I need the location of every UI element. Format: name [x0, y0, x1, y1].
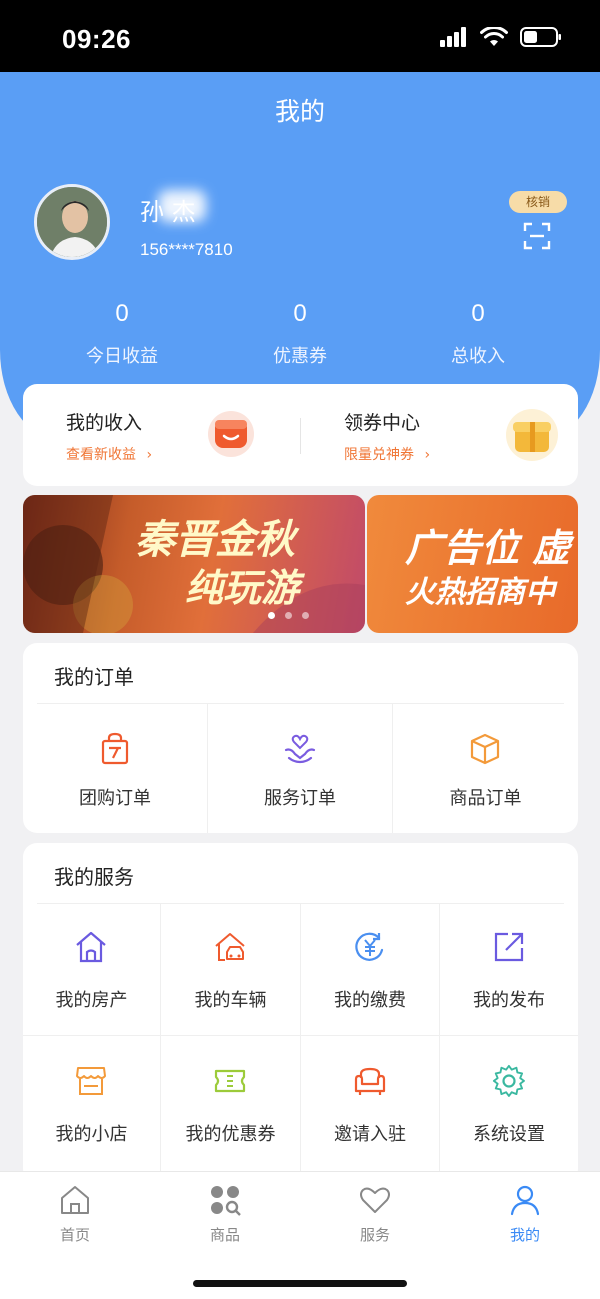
- coupon-icon: [214, 1069, 246, 1093]
- stat-label: 今日收益: [86, 346, 158, 367]
- income-card: 我的收入 查看新收益 › 领券中心 限量兑神券 ›: [23, 384, 578, 486]
- order-service[interactable]: 服务订单: [208, 704, 392, 833]
- service-label: 我的缴费: [334, 990, 406, 1011]
- my-income-link-text: 查看新收益: [66, 447, 136, 463]
- stat-value: 0: [471, 300, 485, 327]
- service-label: 我的发布: [473, 990, 545, 1011]
- stat-label: 总收入: [451, 346, 505, 367]
- my-income-entry[interactable]: 我的收入 查看新收益 ›: [23, 384, 300, 486]
- my-income-link: 查看新收益 ›: [66, 444, 152, 464]
- tab-label: 首页: [59, 1226, 90, 1244]
- house-icon: [76, 931, 106, 963]
- stat-total-income[interactable]: 0 总收入: [398, 300, 558, 368]
- cellular-signal-icon: [440, 27, 466, 47]
- coupon-center-link-text: 限量兑神券: [344, 447, 414, 463]
- car-garage-icon: [215, 933, 245, 961]
- service-my-vehicle[interactable]: 我的车辆: [161, 904, 300, 1035]
- order-label: 服务订单: [264, 788, 336, 809]
- scan-icon[interactable]: [523, 222, 551, 250]
- tab-home[interactable]: 首页: [15, 1184, 135, 1245]
- shop-icon: [76, 1067, 106, 1095]
- carousel-dot[interactable]: [302, 612, 309, 619]
- service-label: 我的优惠券: [185, 1124, 276, 1145]
- coupon-center-entry[interactable]: 领券中心 限量兑神券 ›: [301, 384, 578, 486]
- wallet-smile-icon: [208, 411, 254, 457]
- yuan-payment-icon: [355, 932, 384, 961]
- service-label: 我的车辆: [194, 990, 267, 1011]
- service-hands-heart-icon: [284, 734, 316, 764]
- home-indicator[interactable]: [193, 1280, 407, 1287]
- order-label: 团购订单: [79, 788, 151, 809]
- service-my-property[interactable]: 我的房产: [23, 904, 160, 1035]
- carousel-dots: [268, 612, 309, 619]
- name-redaction: [158, 190, 206, 222]
- chevron-right-icon: ›: [424, 447, 431, 463]
- service-system-settings[interactable]: 系统设置: [440, 1036, 578, 1168]
- order-product[interactable]: 商品订单: [393, 704, 578, 833]
- banner-travel[interactable]: 秦晋金秋 纯玩游: [23, 495, 365, 633]
- tab-mine[interactable]: 我的: [465, 1184, 585, 1245]
- service-invite-join[interactable]: 邀请入驻: [301, 1036, 439, 1168]
- my-income-title: 我的收入: [66, 412, 143, 434]
- banner-line2: 火热招商中: [405, 575, 555, 610]
- page-title: 我的: [274, 97, 325, 126]
- avatar[interactable]: [34, 184, 110, 260]
- service-label: 邀请入驻: [334, 1124, 406, 1145]
- service-label: 我的房产: [55, 990, 128, 1011]
- banner-ad-space[interactable]: 广告位 虚 火热招商中: [367, 495, 578, 633]
- tab-label: 我的: [509, 1226, 540, 1244]
- stats-row: 0 今日收益 0 优惠券 0 总收入: [0, 300, 600, 380]
- order-group-buy[interactable]: 团购订单: [23, 704, 207, 833]
- banner-line2: 纯玩游: [185, 566, 300, 610]
- stat-coupons[interactable]: 0 优惠券: [220, 300, 380, 368]
- service-label: 我的小店: [55, 1124, 128, 1145]
- grid-search-icon: [211, 1186, 241, 1216]
- stat-value: 0: [293, 300, 307, 327]
- status-bar: 09:26: [0, 0, 600, 72]
- gift-box-icon: [506, 409, 558, 461]
- services-card: 我的服务 我的房产 我的车辆 我的缴费 我的发布 我的小店 我的优惠券 邀请入驻…: [23, 843, 578, 1183]
- group-buy-bag-icon: [101, 732, 129, 765]
- stat-value: 0: [115, 300, 129, 327]
- tab-label: 商品: [209, 1226, 240, 1244]
- chevron-right-icon: ›: [146, 447, 153, 463]
- coupon-center-link: 限量兑神券 ›: [344, 444, 430, 464]
- service-my-shop[interactable]: 我的小店: [23, 1036, 160, 1168]
- home-icon: [61, 1186, 89, 1214]
- orders-card: 我的订单 团购订单 服务订单 商品订单: [23, 643, 578, 833]
- service-my-coupons[interactable]: 我的优惠券: [161, 1036, 300, 1168]
- product-box-icon: [470, 733, 500, 765]
- person-icon: [510, 1185, 540, 1216]
- services-title: 我的服务: [54, 865, 134, 889]
- order-label: 商品订单: [449, 788, 522, 809]
- battery-icon: [520, 27, 561, 47]
- gear-icon: [492, 1064, 525, 1097]
- heart-icon: [360, 1187, 390, 1213]
- carousel-dot[interactable]: [285, 612, 292, 619]
- status-icons: [440, 27, 562, 47]
- orders-title: 我的订单: [54, 665, 134, 689]
- verify-badge[interactable]: 核销: [509, 191, 567, 213]
- carousel-dot[interactable]: [268, 612, 275, 619]
- banner-line1: 广告位 虚: [405, 526, 571, 570]
- service-my-payment[interactable]: 我的缴费: [301, 904, 439, 1035]
- stat-today-earnings[interactable]: 0 今日收益: [42, 300, 202, 368]
- user-phone: 156****7810: [140, 240, 233, 259]
- tab-label: 服务: [359, 1226, 390, 1244]
- service-label: 系统设置: [473, 1124, 545, 1145]
- service-my-publish[interactable]: 我的发布: [440, 904, 578, 1035]
- sofa-icon: [354, 1067, 386, 1095]
- tab-services[interactable]: 服务: [315, 1184, 435, 1245]
- wifi-icon: [480, 27, 508, 46]
- tab-products[interactable]: 商品: [165, 1184, 285, 1245]
- publish-edit-icon: [494, 932, 524, 962]
- status-time: 09:26: [62, 24, 131, 54]
- stat-label: 优惠券: [273, 346, 327, 367]
- coupon-center-title: 领券中心: [344, 412, 421, 434]
